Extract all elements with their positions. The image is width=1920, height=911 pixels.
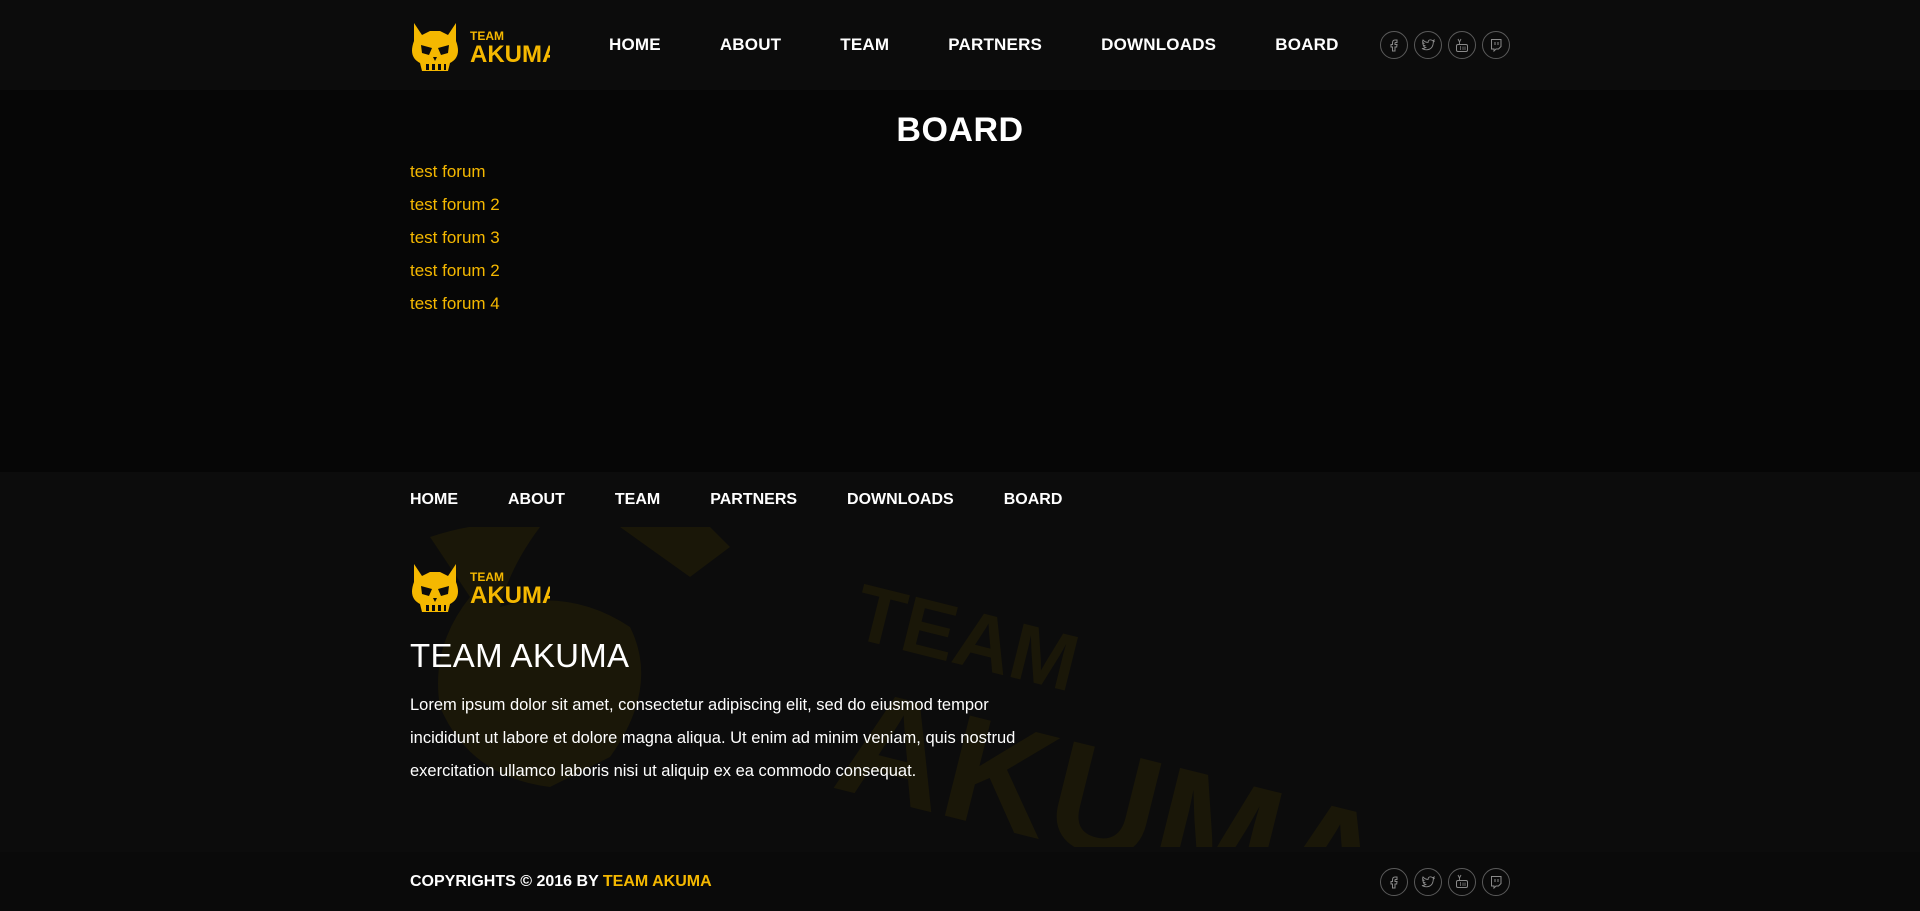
list-item: test forum 2 xyxy=(410,261,1510,294)
forum-link[interactable]: test forum 2 xyxy=(410,261,500,280)
main-nav: HOME ABOUT TEAM PARTNERS DOWNLOADS BOARD xyxy=(609,35,1339,55)
site-footer: TEAM AKUMA HOME ABOUT TEAM PARTNERS DOWN… xyxy=(0,472,1920,852)
forum-link[interactable]: test forum 2 xyxy=(410,195,500,214)
team-akuma-logo[interactable]: TEAM AKUMA xyxy=(410,17,550,73)
youtube-icon[interactable] xyxy=(1448,31,1476,59)
footer-nav-board[interactable]: BOARD xyxy=(1004,491,1063,509)
twitch-icon[interactable] xyxy=(1482,31,1510,59)
list-item: test forum 3 xyxy=(410,228,1510,261)
footer-nav-downloads[interactable]: DOWNLOADS xyxy=(847,491,954,509)
site-header: TEAM AKUMA HOME ABOUT TEAM PARTNERS DOWN… xyxy=(0,0,1920,90)
nav-partners[interactable]: PARTNERS xyxy=(948,35,1042,55)
footer-nav-about[interactable]: ABOUT xyxy=(508,491,565,509)
nav-team[interactable]: TEAM xyxy=(840,35,889,55)
copyright-brand-link[interactable]: TEAM AKUMA xyxy=(603,873,712,890)
list-item: test forum 4 xyxy=(410,294,1510,327)
twitter-icon[interactable] xyxy=(1414,31,1442,59)
footer-about-text: Lorem ipsum dolor sit amet, consectetur … xyxy=(410,696,1016,780)
forum-list: test forum test forum 2 test forum 3 tes… xyxy=(410,162,1510,327)
facebook-icon[interactable] xyxy=(1380,31,1408,59)
svg-text:AKUMA: AKUMA xyxy=(470,582,550,609)
forum-link[interactable]: test forum 4 xyxy=(410,294,500,313)
page-title: BOARD xyxy=(896,111,1024,149)
board-section: BOARD test forum test forum 2 test forum… xyxy=(0,90,1920,472)
forum-link[interactable]: test forum 3 xyxy=(410,228,500,247)
list-item: test forum xyxy=(410,162,1510,195)
footer-nav-team[interactable]: TEAM xyxy=(615,491,660,509)
youtube-icon[interactable] xyxy=(1448,867,1476,896)
footer-social-links xyxy=(1380,867,1510,896)
list-item: test forum 2 xyxy=(410,195,1510,228)
nav-downloads[interactable]: DOWNLOADS xyxy=(1101,35,1216,55)
twitch-icon[interactable] xyxy=(1482,867,1510,896)
nav-about[interactable]: ABOUT xyxy=(720,35,781,55)
facebook-icon[interactable] xyxy=(1380,867,1408,896)
footer-nav-partners[interactable]: PARTNERS xyxy=(710,491,797,509)
header-social-links xyxy=(1380,31,1510,59)
svg-text:AKUMA: AKUMA xyxy=(470,41,550,68)
nav-home[interactable]: HOME xyxy=(609,35,661,55)
footer-logo: TEAM AKUMA xyxy=(410,558,1510,619)
footer-about-title: TEAM AKUMA xyxy=(410,637,630,674)
footer-nav-home[interactable]: HOME xyxy=(410,491,458,509)
footer-about: TEAM AKUMA TEAM AKUMA Lorem ipsum dolor … xyxy=(410,558,1510,788)
forum-link[interactable]: test forum xyxy=(410,162,486,181)
twitter-icon[interactable] xyxy=(1414,867,1442,896)
nav-board[interactable]: BOARD xyxy=(1275,35,1338,55)
footer-nav: HOME ABOUT TEAM PARTNERS DOWNLOADS BOARD xyxy=(410,472,1510,509)
copyright-text: COPYRIGHTS © 2016 BY TEAM AKUMA xyxy=(410,872,712,890)
copyright-bar: COPYRIGHTS © 2016 BY TEAM AKUMA xyxy=(0,852,1920,911)
